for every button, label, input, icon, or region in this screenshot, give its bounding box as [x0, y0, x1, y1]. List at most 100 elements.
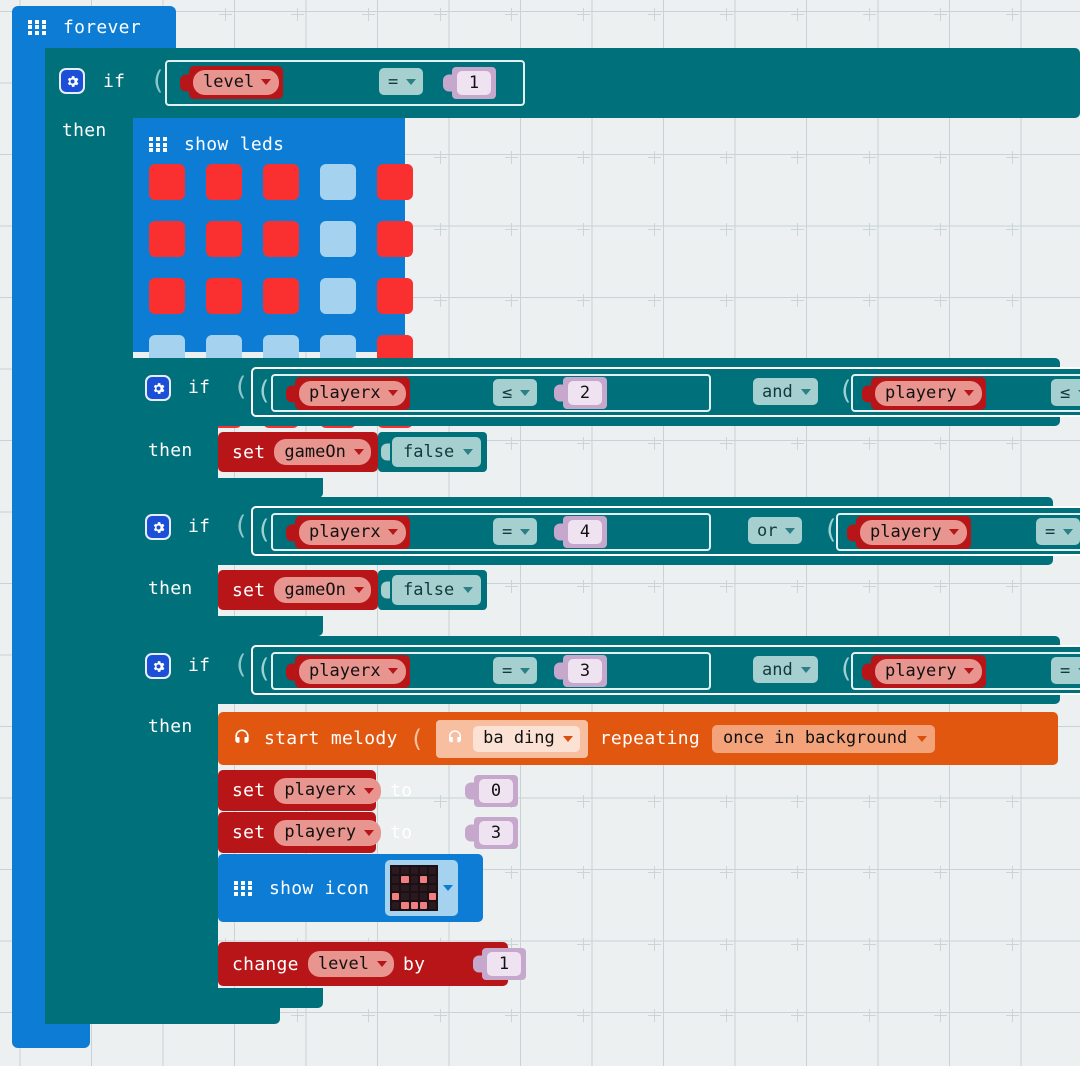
led-cell-on[interactable]	[206, 164, 242, 200]
number-value[interactable]: 1	[452, 67, 496, 99]
gear-icon[interactable]	[145, 375, 171, 401]
chevron-down-icon[interactable]	[785, 528, 795, 534]
comparison-operator[interactable]: =	[493, 657, 537, 684]
change-level-block[interactable]: change level by	[218, 942, 508, 986]
boolean-and-frame[interactable]: ( playerx = 3 and	[251, 645, 1080, 695]
chevron-down-icon[interactable]	[354, 449, 364, 455]
chevron-down-icon[interactable]	[388, 529, 398, 535]
gear-icon[interactable]	[145, 514, 171, 540]
led-cell-on[interactable]	[377, 278, 413, 314]
comparison-frame-left[interactable]: playerx ≤ 2	[271, 374, 711, 412]
chevron-down-icon[interactable]	[377, 961, 387, 967]
comparison-frame[interactable]: level = 1	[165, 60, 525, 106]
led-cell-on[interactable]	[263, 278, 299, 314]
led-cell-off[interactable]	[320, 278, 356, 314]
chevron-down-icon[interactable]	[354, 587, 364, 593]
chevron-down-icon[interactable]	[520, 668, 530, 674]
variable-playery[interactable]: playery	[871, 377, 986, 410]
melody-socket[interactable]: ba ding	[436, 720, 588, 758]
chevron-down-icon[interactable]	[406, 79, 416, 85]
number-value[interactable]: 3	[563, 655, 607, 687]
set-playery-block[interactable]: set playery to	[218, 812, 376, 853]
false-value-holder-1[interactable]: false	[378, 432, 487, 472]
logic-joiner-and[interactable]: and	[753, 656, 818, 683]
number-value[interactable]: 2	[563, 377, 607, 409]
chevron-down-icon[interactable]	[261, 79, 271, 85]
forever-header[interactable]: forever	[12, 6, 176, 48]
chevron-down-icon[interactable]	[949, 529, 959, 535]
variable-gameon[interactable]: gameOn	[274, 577, 370, 603]
gear-icon[interactable]	[145, 653, 171, 679]
false-value-holder-2[interactable]: false	[378, 570, 487, 610]
variable-playery[interactable]: playery	[856, 516, 971, 549]
variable-playerx[interactable]: playerx	[295, 655, 410, 688]
number-value[interactable]: 4	[563, 516, 607, 548]
chevron-down-icon[interactable]	[443, 885, 453, 891]
led-cell-on[interactable]	[149, 278, 185, 314]
comparison-operator[interactable]: =	[1051, 657, 1080, 684]
led-cell-on[interactable]	[377, 221, 413, 257]
chevron-down-icon[interactable]	[964, 390, 974, 396]
number-value-playerx[interactable]: 0	[474, 775, 518, 807]
if-block-3-header[interactable]: if ( ( playerx = 3	[133, 636, 1060, 704]
chevron-down-icon[interactable]	[520, 529, 530, 535]
led-cell-on[interactable]	[206, 278, 242, 314]
led-cell-off[interactable]	[320, 221, 356, 257]
boolean-and-frame[interactable]: ( playerx ≤ 2 and	[251, 367, 1080, 417]
set-playerx-block[interactable]: set playerx to	[218, 770, 376, 811]
comparison-frame-right[interactable]: playery = 4	[836, 513, 1080, 551]
melody-name-dropdown[interactable]: ba ding	[473, 726, 580, 752]
variable-playery[interactable]: playery	[871, 655, 986, 688]
boolean-false[interactable]: false	[392, 575, 481, 605]
boolean-false[interactable]: false	[392, 437, 481, 467]
led-cell-on[interactable]	[206, 221, 242, 257]
variable-gameon[interactable]: gameOn	[274, 439, 370, 465]
chevron-down-icon[interactable]	[520, 390, 530, 396]
led-cell-on[interactable]	[377, 164, 413, 200]
comparison-operator[interactable]: =	[1036, 518, 1080, 545]
set-gameon-block-1[interactable]: set gameOn to	[218, 432, 378, 472]
set-gameon-block-2[interactable]: set gameOn to	[218, 570, 378, 610]
chevron-down-icon[interactable]	[364, 788, 374, 794]
logic-joiner-or[interactable]: or	[748, 517, 802, 544]
gear-icon[interactable]	[59, 68, 85, 94]
start-melody-block[interactable]: start melody ( ba ding repeating once in…	[218, 712, 1058, 765]
comparison-operator[interactable]: ≤	[493, 379, 537, 406]
comparison-frame-right[interactable]: playery = 0	[851, 652, 1080, 690]
variable-playerx[interactable]: playerx	[274, 778, 381, 804]
chevron-down-icon[interactable]	[801, 667, 811, 673]
comparison-operator[interactable]: =	[493, 518, 537, 545]
variable-level[interactable]: level	[308, 951, 394, 977]
chevron-down-icon[interactable]	[463, 449, 473, 455]
led-cell-off[interactable]	[320, 164, 356, 200]
comparison-operator[interactable]: =	[379, 68, 423, 95]
chevron-down-icon[interactable]	[364, 830, 374, 836]
comparison-frame-left[interactable]: playerx = 4	[271, 513, 711, 551]
chevron-down-icon[interactable]	[388, 668, 398, 674]
led-cell-on[interactable]	[263, 164, 299, 200]
icon-picker-dropdown[interactable]	[385, 860, 458, 916]
chevron-down-icon[interactable]	[917, 736, 927, 742]
number-value-change[interactable]: 1	[482, 948, 526, 980]
chevron-down-icon[interactable]	[388, 390, 398, 396]
variable-playery[interactable]: playery	[274, 820, 381, 846]
comparison-operator[interactable]: ≤	[1051, 379, 1080, 406]
led-cell-on[interactable]	[149, 164, 185, 200]
variable-playerx[interactable]: playerx	[295, 377, 410, 410]
if-block-1-header[interactable]: if ( ( playerx ≤ 2	[133, 358, 1060, 426]
show-icon-block[interactable]: show icon	[218, 854, 483, 922]
if-block-2-header[interactable]: if ( ( playerx = 4	[133, 497, 1053, 565]
variable-level[interactable]: level	[189, 66, 283, 99]
comparison-frame-left[interactable]: playerx = 3	[271, 652, 711, 690]
if-level-header[interactable]: if ( level = 1	[45, 48, 1080, 118]
chevron-down-icon[interactable]	[463, 587, 473, 593]
chevron-down-icon[interactable]	[964, 668, 974, 674]
repeat-mode-dropdown[interactable]: once in background	[712, 725, 935, 753]
show-leds-block[interactable]: show leds	[133, 112, 405, 352]
number-value-playery[interactable]: 3	[474, 817, 518, 849]
logic-joiner-and[interactable]: and	[753, 378, 818, 405]
chevron-down-icon[interactable]	[801, 389, 811, 395]
led-cell-on[interactable]	[263, 221, 299, 257]
boolean-or-frame[interactable]: ( playerx = 4 or	[251, 506, 1080, 556]
comparison-frame-right[interactable]: playery ≤ 2	[851, 374, 1080, 412]
